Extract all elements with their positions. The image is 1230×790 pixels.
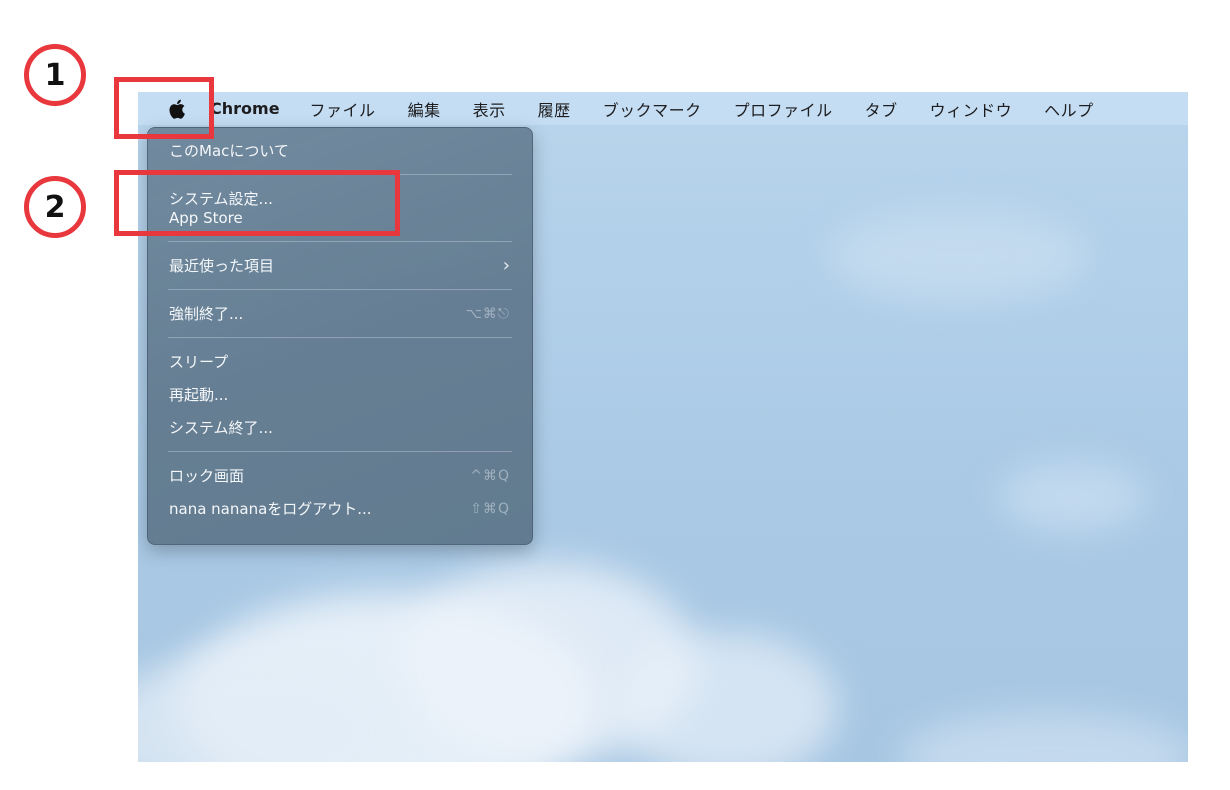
menu-item-label: スリープ xyxy=(169,353,229,371)
menu-item-label: 最近使った項目 xyxy=(169,257,275,275)
menu-separator xyxy=(168,241,512,242)
apple-icon[interactable] xyxy=(158,92,198,125)
menu-item-label: App Store xyxy=(169,208,243,227)
keyboard-shortcut: ⌥⌘⎋ xyxy=(465,305,510,322)
menu-chrome[interactable]: Chrome xyxy=(210,99,280,118)
menu-item-recent-items[interactable]: 最近使った項目 › xyxy=(148,249,532,282)
menu-separator xyxy=(168,451,512,452)
menu-item-sleep[interactable]: スリープ xyxy=(148,345,532,378)
cloud xyxy=(898,712,1188,762)
menu-history[interactable]: 履歴 xyxy=(538,97,571,121)
menu-separator xyxy=(168,289,512,290)
step-1-badge: 1 xyxy=(24,44,86,106)
menu-item-restart[interactable]: 再起動... xyxy=(148,378,532,411)
menu-tab[interactable]: タブ xyxy=(865,97,898,121)
menu-bookmarks[interactable]: ブックマーク xyxy=(603,97,702,121)
keyboard-shortcut: ⇧⌘Q xyxy=(470,500,510,517)
menu-item-label: このMacについて xyxy=(169,142,289,160)
cloud xyxy=(998,462,1148,532)
menu-help[interactable]: ヘルプ xyxy=(1044,97,1094,121)
menu-item-shutdown[interactable]: システム終了... xyxy=(148,411,532,444)
menu-bar: Chrome ファイル 編集 表示 履歴 ブックマーク プロファイル タブ ウィ… xyxy=(138,92,1188,125)
menu-item-label: 強制終了... xyxy=(169,305,244,323)
menu-item-label: 再起動... xyxy=(169,386,229,404)
menu-separator xyxy=(168,174,512,175)
menu-profiles[interactable]: プロファイル xyxy=(734,97,833,121)
chevron-right-icon: › xyxy=(502,255,510,276)
menu-separator xyxy=(168,337,512,338)
apple-menu-dropdown: このMacについて システム設定... App Store 最近使った項目 › … xyxy=(147,127,533,545)
keyboard-shortcut: ^⌘Q xyxy=(470,467,510,484)
menu-item-app-store[interactable]: App Store xyxy=(148,201,532,234)
page: Chrome ファイル 編集 表示 履歴 ブックマーク プロファイル タブ ウィ… xyxy=(0,0,1230,790)
menu-view[interactable]: 表示 xyxy=(473,97,506,121)
cloud xyxy=(828,212,1088,302)
menu-item-label: ロック画面 xyxy=(169,467,245,485)
menu-item-label: システム終了... xyxy=(169,419,273,437)
menu-window[interactable]: ウィンドウ xyxy=(930,97,1013,121)
menu-item-lock-screen[interactable]: ロック画面 ^⌘Q xyxy=(148,459,532,492)
menu-item-label: nana nananaをログアウト... xyxy=(169,500,372,518)
menu-edit[interactable]: 編集 xyxy=(408,97,441,121)
menu-item-logout[interactable]: nana nananaをログアウト... ⇧⌘Q xyxy=(148,492,532,525)
menu-file[interactable]: ファイル xyxy=(310,97,376,121)
step-2-badge: 2 xyxy=(24,176,86,238)
menu-item-about-this-mac[interactable]: このMacについて xyxy=(148,134,532,167)
menu-item-force-quit[interactable]: 強制終了... ⌥⌘⎋ xyxy=(148,297,532,330)
desktop-screenshot: Chrome ファイル 編集 表示 履歴 ブックマーク プロファイル タブ ウィ… xyxy=(138,92,1188,762)
